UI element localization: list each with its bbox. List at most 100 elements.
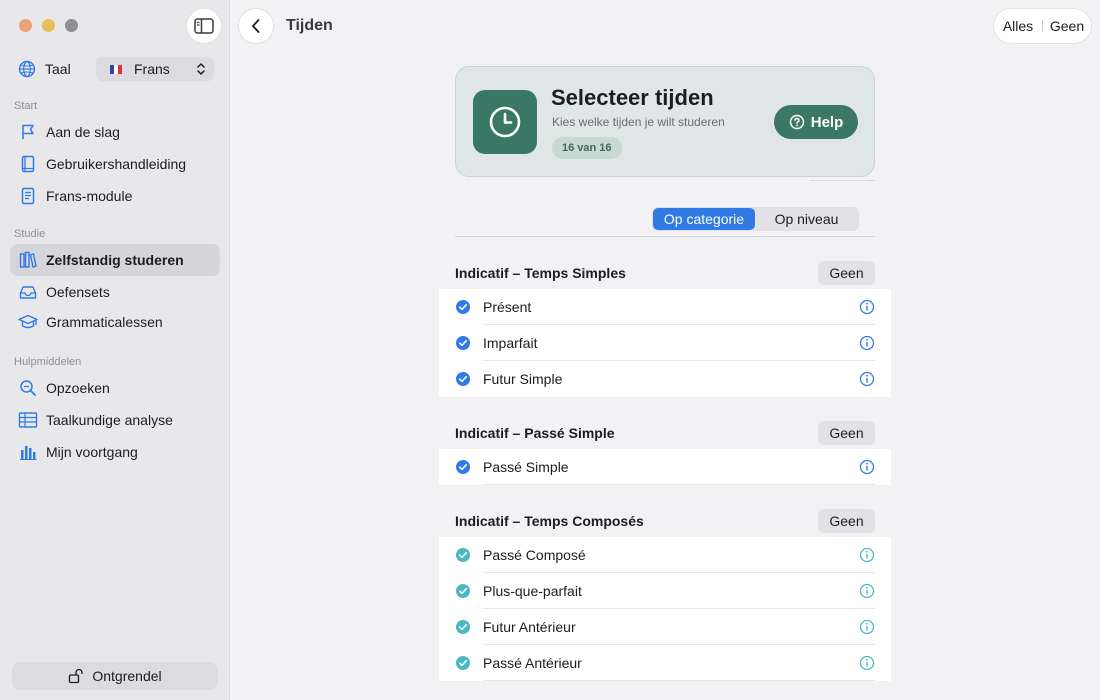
sidebar-item-label: Zelfstandig studeren	[46, 252, 184, 268]
info-icon[interactable]	[859, 371, 875, 387]
info-icon[interactable]	[859, 655, 875, 671]
tense-name: Futur Simple	[483, 371, 563, 387]
chevron-up-down-icon	[197, 63, 205, 75]
checkmark-circle-icon[interactable]	[456, 548, 470, 562]
sidebar-item-practice-sets[interactable]: Oefensets	[10, 276, 220, 308]
sidebar-item-label: Aan de slag	[46, 124, 120, 140]
clock-icon	[473, 90, 537, 154]
info-icon[interactable]	[859, 335, 875, 351]
sidebar-item-label: Opzoeken	[46, 380, 110, 396]
group-none-button[interactable]: Geen	[818, 509, 875, 533]
group-none-button[interactable]: Geen	[818, 421, 875, 445]
section-start-label: Start	[14, 100, 38, 112]
sidebar-item-grammar-lessons[interactable]: Grammaticalessen	[10, 306, 220, 338]
language-value: Frans	[134, 61, 170, 77]
book-icon	[18, 154, 38, 174]
group-title: Indicatif – Temps Composés	[455, 513, 644, 529]
tense-row[interactable]: Passé Composé	[439, 537, 891, 573]
sidebar-toggle-button[interactable]	[186, 8, 222, 44]
sidebar-item-label: Taalkundige analyse	[46, 412, 173, 428]
tray-icon	[18, 282, 38, 302]
sidebar-toggle-icon	[194, 18, 214, 34]
sidebar-item-self-study[interactable]: Zelfstandig studeren	[10, 244, 220, 276]
select-all-button[interactable]: Alles	[994, 18, 1042, 34]
question-circle-icon	[789, 114, 804, 130]
tense-name: Passé Antérieur	[483, 655, 582, 671]
info-icon[interactable]	[859, 547, 875, 563]
sidebar-item-user-manual[interactable]: Gebruikershandleiding	[10, 148, 220, 180]
info-icon[interactable]	[859, 619, 875, 635]
checkmark-circle-icon[interactable]	[456, 656, 470, 670]
tense-list: Présent Imparfait Futur Simple	[439, 289, 891, 397]
info-icon[interactable]	[859, 299, 875, 315]
tense-row[interactable]: Plus-que-parfait	[439, 573, 891, 609]
checkmark-circle-icon[interactable]	[456, 300, 470, 314]
sidebar-item-label: Frans-module	[46, 188, 133, 204]
minimize-window-button[interactable]	[42, 19, 55, 32]
sidebar: Taal Frans Start Aan de slag Gebruikersh…	[0, 0, 230, 700]
back-button[interactable]	[238, 8, 274, 44]
unlock-label: Ontgrendel	[92, 668, 162, 684]
sidebar-item-getting-started[interactable]: Aan de slag	[10, 116, 220, 148]
help-button[interactable]: Help	[774, 105, 858, 139]
tense-row[interactable]: Passé Antérieur	[439, 645, 891, 681]
row-divider	[483, 680, 875, 681]
tense-row[interactable]: Imparfait	[439, 325, 891, 361]
info-icon[interactable]	[859, 583, 875, 599]
checkmark-circle-icon[interactable]	[456, 336, 470, 350]
group-title: Indicatif – Passé Simple	[455, 425, 615, 441]
page-title: Tijden	[286, 17, 333, 34]
select-all-none-toolbar: Alles Geen	[993, 8, 1092, 44]
tense-list: Passé Simple	[439, 449, 891, 485]
tense-name: Passé Simple	[483, 459, 569, 475]
tense-row[interactable]: Présent	[439, 289, 891, 325]
tense-row[interactable]: Futur Antérieur	[439, 609, 891, 645]
sidebar-item-lookup[interactable]: Opzoeken	[10, 372, 220, 404]
sidebar-item-french-module[interactable]: Frans-module	[10, 180, 220, 212]
sidebar-item-label: Gebruikershandleiding	[46, 156, 187, 172]
tense-name: Présent	[483, 299, 532, 315]
books-icon	[18, 250, 38, 270]
unlock-button[interactable]: Ontgrendel	[12, 662, 218, 690]
zoom-window-button[interactable]	[65, 19, 78, 32]
table-icon	[18, 410, 38, 430]
globe-icon	[18, 60, 36, 78]
row-divider	[483, 484, 875, 485]
group-title: Indicatif – Temps Simples	[455, 265, 626, 281]
segment-by-level[interactable]: Op niveau	[755, 208, 858, 230]
tense-name: Plus-que-parfait	[483, 583, 582, 599]
group-none-button[interactable]: Geen	[818, 261, 875, 285]
checkmark-circle-icon[interactable]	[456, 620, 470, 634]
tense-row[interactable]: Futur Simple	[439, 361, 891, 397]
segment-by-category[interactable]: Op categorie	[653, 208, 755, 230]
sidebar-item-my-progress[interactable]: Mijn voortgang	[10, 436, 220, 468]
sidebar-item-label: Grammaticalessen	[46, 314, 163, 330]
selection-count-badge: 16 van 16	[552, 137, 622, 159]
language-select[interactable]: Frans	[96, 57, 214, 81]
checkmark-circle-icon[interactable]	[456, 584, 470, 598]
chevron-left-icon	[252, 19, 260, 33]
select-none-button[interactable]: Geen	[1043, 18, 1091, 34]
divider	[455, 236, 875, 237]
document-icon	[18, 186, 38, 206]
graduation-cap-icon	[18, 312, 38, 332]
section-tools-label: Hulpmiddelen	[14, 356, 82, 368]
sidebar-item-linguistic-analysis[interactable]: Taalkundige analyse	[10, 404, 220, 436]
tense-name: Passé Composé	[483, 547, 586, 563]
info-icon[interactable]	[859, 459, 875, 475]
checkmark-circle-icon[interactable]	[456, 460, 470, 474]
grouping-segmented-control: Op categorie Op niveau	[652, 207, 859, 231]
tense-name: Imparfait	[483, 335, 538, 351]
language-row: Taal Frans	[18, 57, 218, 81]
unlock-icon	[69, 668, 84, 684]
checkmark-circle-icon[interactable]	[456, 372, 470, 386]
close-window-button[interactable]	[19, 19, 32, 32]
tense-name: Futur Antérieur	[483, 619, 576, 635]
tense-row[interactable]: Passé Simple	[439, 449, 891, 485]
divider	[810, 180, 875, 181]
tense-list: Passé Composé Plus-que-parfait Futur Ant…	[439, 537, 891, 681]
card-subtitle: Kies welke tijden je wilt studeren	[552, 115, 725, 129]
sidebar-item-label: Mijn voortgang	[46, 444, 138, 460]
select-tenses-card: Selecteer tijden Kies welke tijden je wi…	[455, 66, 875, 177]
card-title: Selecteer tijden	[551, 85, 714, 110]
